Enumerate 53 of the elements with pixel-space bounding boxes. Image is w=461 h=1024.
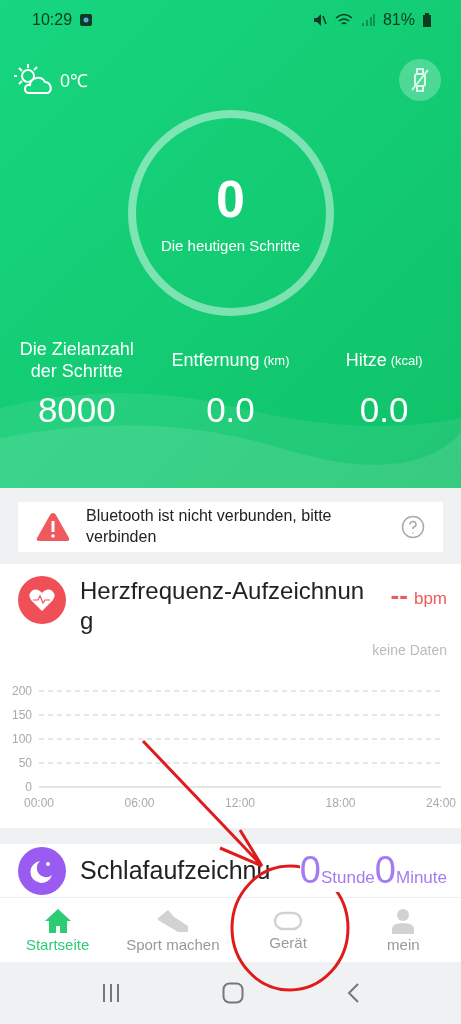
y-tick-label: 200 xyxy=(11,684,32,698)
stat-value: 0.0 xyxy=(359,390,409,430)
alert-text: Bluetooth ist nicht verbunden, bitte verbinden xyxy=(86,506,333,547)
person-icon xyxy=(390,907,417,934)
home-icon[interactable] xyxy=(222,981,245,1004)
steps-label: Die heutigen Schritte xyxy=(160,236,301,254)
stat-unit: (km) xyxy=(263,353,290,369)
stat-label: Die Zielanzahl der Schritte xyxy=(18,339,135,383)
shoe-icon xyxy=(155,907,190,934)
x-tick-label: 12:00 xyxy=(225,796,255,810)
weather-icon xyxy=(14,63,54,97)
stat-value: 0.0 xyxy=(206,390,255,430)
sleep-minutes: 0 xyxy=(374,849,396,892)
hours-unit: Stunde xyxy=(320,868,375,888)
heart-rate-unit: bpm xyxy=(413,589,447,609)
back-icon[interactable] xyxy=(346,981,361,1004)
x-tick-label: 00:00 xyxy=(24,796,54,810)
temperature: 0℃ xyxy=(60,70,88,92)
clock: 10:29 xyxy=(32,11,73,29)
card-title: Herzfrequenz-Aufzeichnung xyxy=(80,576,366,636)
x-tick-label: 06:00 xyxy=(124,796,155,810)
sleep-hours: 0 xyxy=(299,849,321,892)
help-icon[interactable] xyxy=(401,515,425,539)
signal-icon xyxy=(360,13,375,27)
stat-label: Entfernung xyxy=(171,350,260,372)
nav-tab[interactable]: Sport machen xyxy=(115,898,231,962)
nav-tab[interactable]: mein xyxy=(345,898,461,962)
watch-icon xyxy=(409,67,431,93)
card-title: Schlafaufzeichnu xyxy=(80,856,271,885)
photo-icon xyxy=(80,14,93,26)
nav-tab[interactable]: Startseite xyxy=(0,898,116,962)
minutes-unit: Minute xyxy=(395,868,447,888)
stat-value: 8000 xyxy=(37,390,116,430)
stat-label: Hitze xyxy=(345,350,387,372)
y-tick-label: 100 xyxy=(11,732,32,746)
stat-unit: (kcal) xyxy=(390,353,423,369)
y-tick-label: 0 xyxy=(25,780,32,794)
warning-icon xyxy=(36,512,70,542)
steps-count: 0 xyxy=(216,172,245,225)
nav-tab[interactable]: Gerät xyxy=(230,898,346,962)
x-tick-label: 24:00 xyxy=(426,796,456,810)
heart-rate-value: -- xyxy=(390,580,408,611)
wifi-icon xyxy=(334,13,353,27)
band-icon xyxy=(273,909,304,932)
mute-icon xyxy=(312,13,327,27)
no-data-label: keine Daten xyxy=(371,642,447,658)
home-icon xyxy=(43,907,72,934)
battery-percent: 81% xyxy=(382,11,415,29)
x-tick-label: 18:00 xyxy=(325,796,356,810)
recent-apps-icon[interactable] xyxy=(100,982,121,1003)
battery-icon xyxy=(423,13,431,27)
y-tick-label: 50 xyxy=(18,756,32,770)
y-tick-label: 150 xyxy=(11,708,32,722)
